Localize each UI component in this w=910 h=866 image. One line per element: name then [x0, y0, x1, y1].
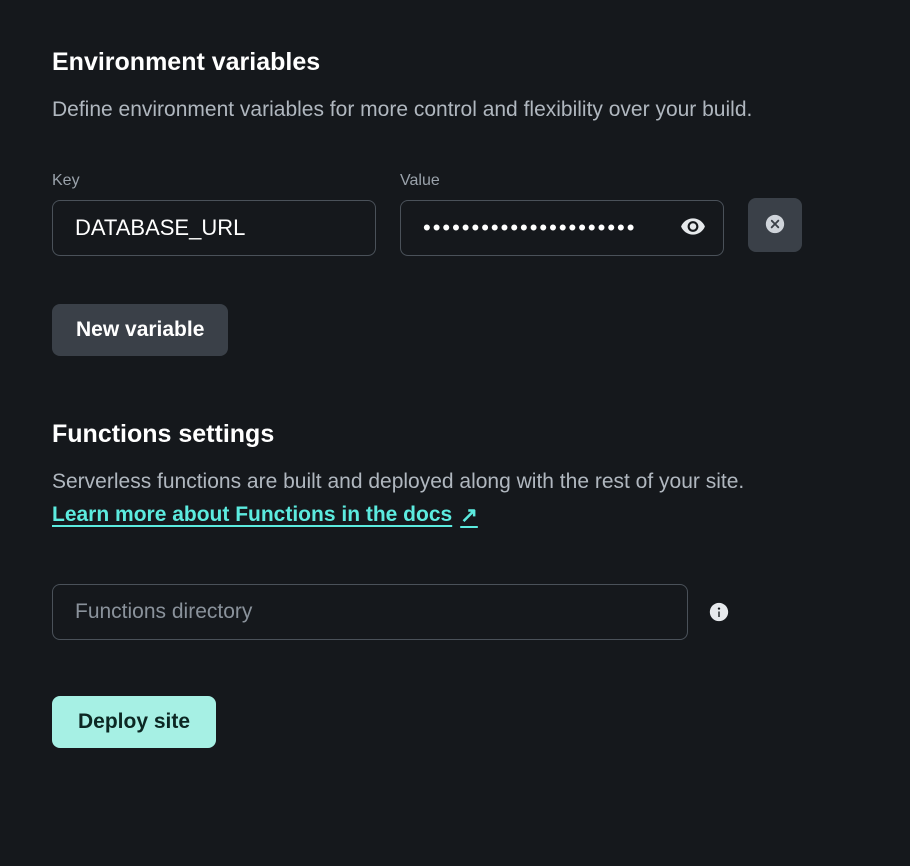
eye-icon	[680, 214, 706, 243]
external-link-icon: ↗	[460, 503, 478, 528]
functions-settings-section: Functions settings Serverless functions …	[52, 420, 858, 747]
value-input-wrapper	[400, 200, 724, 256]
key-label: Key	[52, 172, 376, 190]
remove-variable-button[interactable]	[748, 198, 802, 252]
key-input[interactable]	[52, 200, 376, 256]
functions-docs-link-text: Learn more about Functions in the docs	[52, 503, 452, 527]
env-title: Environment variables	[52, 48, 858, 77]
value-field-group: Value	[400, 172, 724, 256]
functions-directory-row	[52, 584, 858, 640]
functions-description: Serverless functions are built and deplo…	[52, 467, 858, 496]
functions-title: Functions settings	[52, 420, 858, 449]
deploy-site-button[interactable]: Deploy site	[52, 696, 216, 748]
info-icon[interactable]	[708, 601, 730, 623]
key-field-group: Key	[52, 172, 376, 256]
value-label: Value	[400, 172, 724, 190]
new-variable-button[interactable]: New variable	[52, 304, 228, 356]
close-circle-icon	[764, 213, 786, 238]
env-description: Define environment variables for more co…	[52, 95, 858, 124]
env-variable-row: Key Value	[52, 172, 858, 256]
functions-description-wrap: Serverless functions are built and deplo…	[52, 467, 858, 527]
functions-docs-link[interactable]: Learn more about Functions in the docs ↗	[52, 503, 478, 528]
functions-directory-input[interactable]	[52, 584, 688, 640]
environment-variables-section: Environment variables Define environment…	[52, 48, 858, 356]
reveal-value-button[interactable]	[676, 210, 710, 247]
